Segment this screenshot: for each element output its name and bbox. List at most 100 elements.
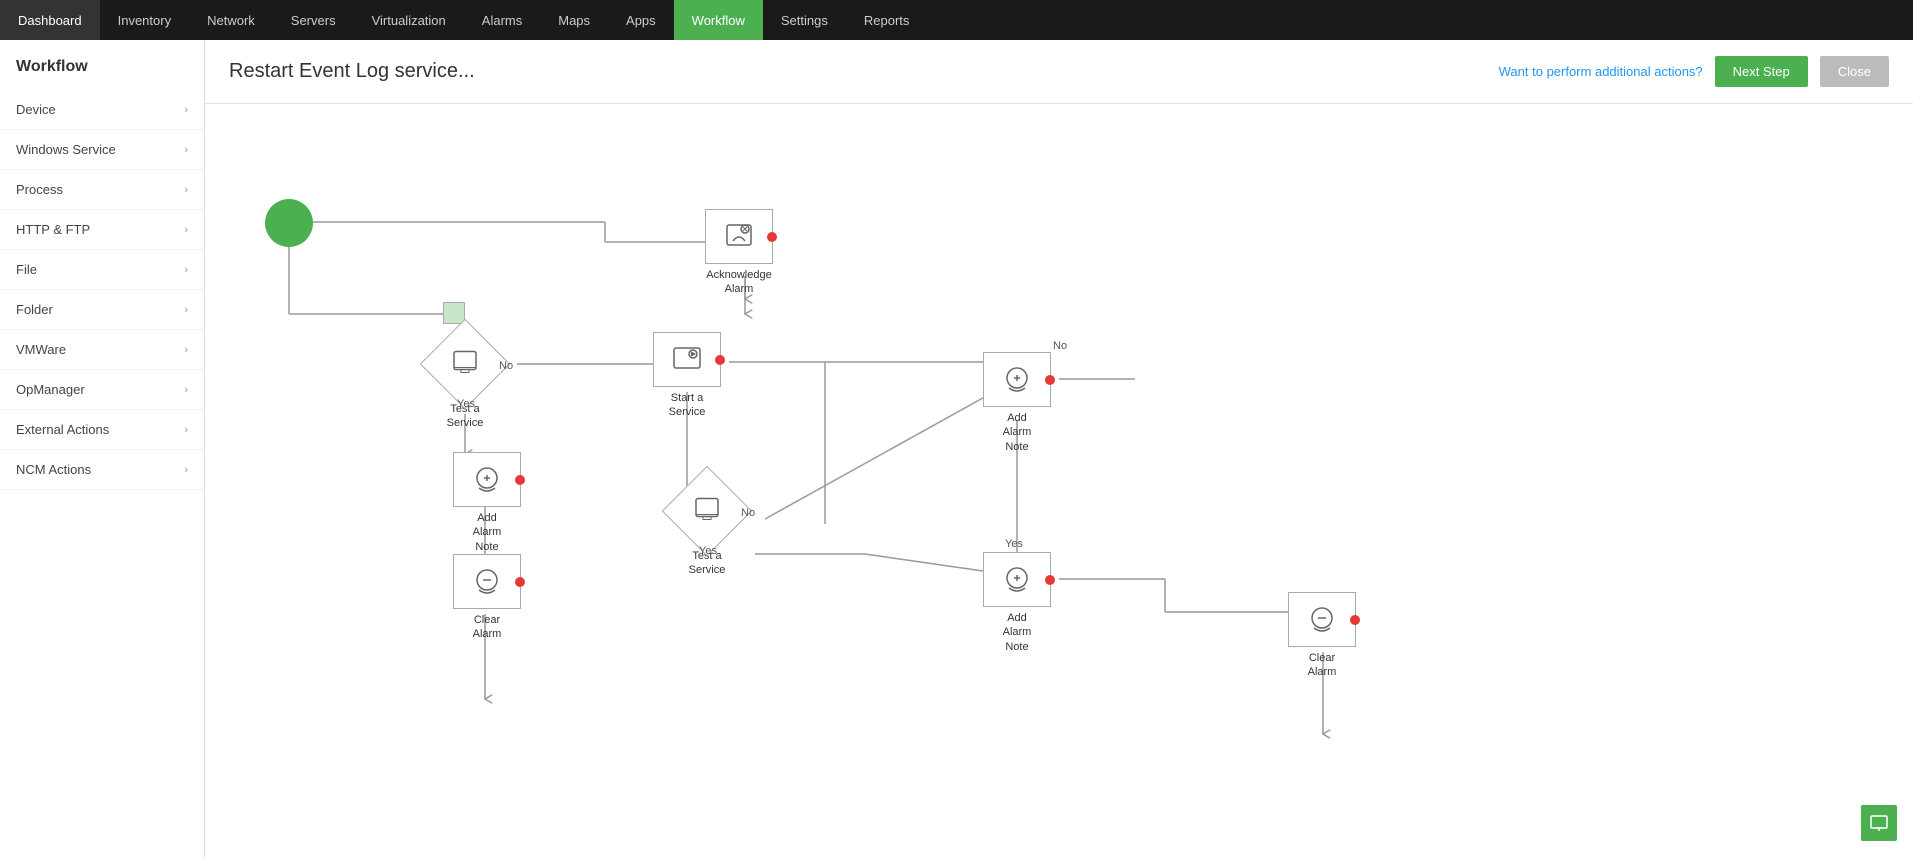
sidebar: Workflow Device › Windows Service › Proc… (0, 40, 205, 857)
nav-alarms[interactable]: Alarms (464, 0, 540, 40)
red-dot (515, 577, 525, 587)
sidebar-item-label: OpManager (16, 382, 85, 397)
test-service-2-icon (694, 497, 720, 523)
red-dot (1045, 575, 1055, 585)
add-alarm-note-1-node[interactable]: AddAlarmNote (453, 452, 521, 554)
red-dot (715, 355, 725, 365)
sidebar-item-label: HTTP & FTP (16, 222, 90, 237)
nav-dashboard[interactable]: Dashboard (0, 0, 100, 40)
chevron-icon: › (184, 264, 188, 276)
sidebar-title: Workflow (0, 40, 204, 90)
canvas-inner: AcknowledgeAlarm (205, 104, 1505, 854)
content-header: Restart Event Log service... Want to per… (205, 40, 1913, 104)
test-service-1-node[interactable]: Test aService No Yes (433, 332, 497, 431)
content-area: Restart Event Log service... Want to per… (205, 40, 1913, 857)
nav-reports[interactable]: Reports (846, 0, 928, 40)
nav-settings[interactable]: Settings (763, 0, 846, 40)
main-layout: Workflow Device › Windows Service › Proc… (0, 40, 1913, 857)
ack-alarm-box (705, 209, 773, 264)
add-alarm-note-icon (471, 464, 503, 496)
screen-icon (1869, 813, 1889, 833)
action-hint: Want to perform additional actions? (1499, 64, 1703, 79)
yes-label-2: Yes (699, 545, 717, 557)
no-label-1: No (499, 360, 513, 372)
sidebar-item-label: Device (16, 102, 56, 117)
chevron-icon: › (184, 144, 188, 156)
chevron-icon: › (184, 104, 188, 116)
clear-alarm-2-node[interactable]: ClearAlarm (1288, 592, 1356, 680)
nav-inventory[interactable]: Inventory (100, 0, 189, 40)
add-alarm-note-2-label: AddAlarmNote (1003, 411, 1032, 454)
sidebar-item-file[interactable]: File › (0, 250, 204, 290)
test-service-2-node[interactable]: Test aService No Yes (675, 479, 739, 578)
nav-network[interactable]: Network (189, 0, 273, 40)
add-alarm-note-1-box (453, 452, 521, 507)
sidebar-item-external-actions[interactable]: External Actions › (0, 410, 204, 450)
sidebar-item-device[interactable]: Device › (0, 90, 204, 130)
sidebar-item-ncm-actions[interactable]: NCM Actions › (0, 450, 204, 490)
test-service-icon (452, 350, 478, 376)
start-service-node[interactable]: Start aService (653, 332, 721, 420)
sidebar-item-label: Process (16, 182, 63, 197)
start-service-box (653, 332, 721, 387)
connections-svg (205, 104, 1505, 854)
nav-servers[interactable]: Servers (273, 0, 354, 40)
close-button[interactable]: Close (1820, 56, 1889, 87)
sidebar-item-vmware[interactable]: VMWare › (0, 330, 204, 370)
red-dot (515, 475, 525, 485)
nav-maps[interactable]: Maps (540, 0, 608, 40)
clear-alarm-2-icon (1306, 604, 1338, 636)
sidebar-item-windows-service[interactable]: Windows Service › (0, 130, 204, 170)
clear-alarm-2-label: ClearAlarm (1308, 651, 1337, 680)
ack-alarm-node[interactable]: AcknowledgeAlarm (705, 209, 773, 297)
start-service-icon (671, 344, 703, 376)
add-alarm-note-3-label: AddAlarmNote (1003, 611, 1032, 654)
nav-workflow[interactable]: Workflow (674, 0, 763, 40)
bottom-right-button[interactable] (1861, 805, 1897, 841)
add-alarm-note-3-box (983, 552, 1051, 607)
sidebar-item-folder[interactable]: Folder › (0, 290, 204, 330)
no-label-3: No (1053, 340, 1067, 352)
top-navigation: Dashboard Inventory Network Servers Virt… (0, 0, 1913, 40)
add-alarm-note-3-node[interactable]: AddAlarmNote Yes (983, 552, 1051, 654)
red-dot (1045, 375, 1055, 385)
chevron-icon: › (184, 224, 188, 236)
add-alarm-note-2-node[interactable]: AddAlarmNote No (983, 352, 1051, 454)
sidebar-item-label: External Actions (16, 422, 109, 437)
sidebar-item-http-ftp[interactable]: HTTP & FTP › (0, 210, 204, 250)
start-node[interactable] (265, 199, 313, 247)
red-dot (1350, 615, 1360, 625)
sidebar-item-label: File (16, 262, 37, 277)
sidebar-item-process[interactable]: Process › (0, 170, 204, 210)
no-label-2: No (741, 507, 755, 519)
yes-label-1: Yes (457, 398, 475, 410)
clear-alarm-1-box (453, 554, 521, 609)
sidebar-item-label: Folder (16, 302, 53, 317)
clear-alarm-1-label: ClearAlarm (473, 613, 502, 642)
red-dot (767, 232, 777, 242)
nav-virtualization[interactable]: Virtualization (354, 0, 464, 40)
clear-alarm-2-box (1288, 592, 1356, 647)
chevron-icon: › (184, 304, 188, 316)
clear-alarm-1-node[interactable]: ClearAlarm (453, 554, 521, 642)
chevron-icon: › (184, 344, 188, 356)
next-step-button[interactable]: Next Step (1715, 56, 1808, 87)
sidebar-item-label: Windows Service (16, 142, 116, 157)
add-alarm-note-1-label: AddAlarmNote (473, 511, 502, 554)
ack-alarm-icon (723, 221, 755, 253)
chevron-icon: › (184, 464, 188, 476)
ack-alarm-label: AcknowledgeAlarm (706, 268, 771, 297)
header-actions: Want to perform additional actions? Next… (1499, 56, 1889, 87)
nav-apps[interactable]: Apps (608, 0, 674, 40)
sidebar-item-label: NCM Actions (16, 462, 91, 477)
yes-label-3: Yes (1005, 538, 1023, 550)
sidebar-item-opmanager[interactable]: OpManager › (0, 370, 204, 410)
chevron-icon: › (184, 384, 188, 396)
add-alarm-note-2-box (983, 352, 1051, 407)
workflow-canvas[interactable]: AcknowledgeAlarm (205, 104, 1913, 857)
start-service-label: Start aService (669, 391, 706, 420)
sidebar-item-label: VMWare (16, 342, 66, 357)
chevron-icon: › (184, 424, 188, 436)
chevron-icon: › (184, 184, 188, 196)
add-alarm-note-2-icon (1001, 364, 1033, 396)
